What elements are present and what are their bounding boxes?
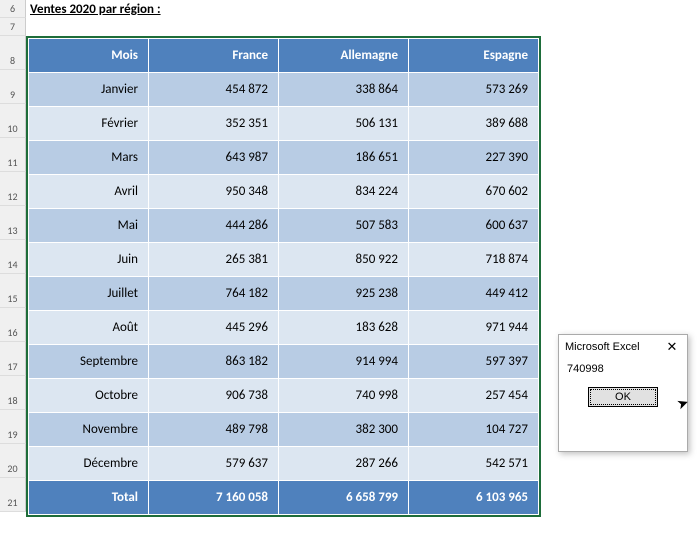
cell-es[interactable]: 389 688 bbox=[409, 107, 539, 141]
close-icon[interactable]: ✕ bbox=[663, 338, 681, 356]
table-row: Mars 643 987 186 651 227 390 bbox=[29, 141, 539, 175]
row-header[interactable]: 6 bbox=[0, 0, 26, 18]
cell-es[interactable]: 718 874 bbox=[409, 243, 539, 277]
cell-fr[interactable]: 444 286 bbox=[149, 209, 279, 243]
page-title: Ventes 2020 par région : bbox=[26, 0, 161, 18]
row-header[interactable]: 13 bbox=[0, 206, 26, 240]
cell-fr[interactable]: 265 381 bbox=[149, 243, 279, 277]
cell-es[interactable]: 257 454 bbox=[409, 379, 539, 413]
cell-fr[interactable]: 454 872 bbox=[149, 73, 279, 107]
col-allemagne[interactable]: Allemagne bbox=[279, 39, 409, 73]
cell-fr[interactable]: 764 182 bbox=[149, 277, 279, 311]
cursor-icon: ➤ bbox=[675, 394, 692, 414]
table-row: Août 445 296 183 628 971 944 bbox=[29, 311, 539, 345]
table-row: Novembre 489 798 382 300 104 727 bbox=[29, 413, 539, 447]
cell-de[interactable]: 287 266 bbox=[279, 447, 409, 481]
table-row: Mai 444 286 507 583 600 637 bbox=[29, 209, 539, 243]
row-header[interactable]: 19 bbox=[0, 410, 26, 444]
cell-mois[interactable]: Avril bbox=[29, 175, 149, 209]
cell-fr[interactable]: 950 348 bbox=[149, 175, 279, 209]
table-row: Avril 950 348 834 224 670 602 bbox=[29, 175, 539, 209]
row-header[interactable]: 20 bbox=[0, 444, 26, 478]
cell-es[interactable]: 597 397 bbox=[409, 345, 539, 379]
cell-es[interactable]: 573 269 bbox=[409, 73, 539, 107]
cell-mois[interactable]: Juillet bbox=[29, 277, 149, 311]
table-row: Février 352 351 506 131 389 688 bbox=[29, 107, 539, 141]
cell-es[interactable]: 227 390 bbox=[409, 141, 539, 175]
cell-de[interactable]: 382 300 bbox=[279, 413, 409, 447]
row-header[interactable]: 21 bbox=[0, 478, 26, 512]
cell-mois[interactable]: Mai bbox=[29, 209, 149, 243]
cell-mois[interactable]: Octobre bbox=[29, 379, 149, 413]
cell-fr[interactable]: 863 182 bbox=[149, 345, 279, 379]
cell-fr[interactable]: 643 987 bbox=[149, 141, 279, 175]
total-label[interactable]: Total bbox=[29, 481, 149, 515]
table-row: Octobre 906 738 740 998 257 454 bbox=[29, 379, 539, 413]
table-row: Janvier 454 872 338 864 573 269 bbox=[29, 73, 539, 107]
row-header[interactable]: 8 bbox=[0, 36, 26, 70]
cell-fr[interactable]: 445 296 bbox=[149, 311, 279, 345]
cell-fr[interactable]: 579 637 bbox=[149, 447, 279, 481]
row-header[interactable]: 14 bbox=[0, 240, 26, 274]
sales-table: Mois France Allemagne Espagne Janvier 45… bbox=[28, 38, 539, 515]
cell-es[interactable]: 670 602 bbox=[409, 175, 539, 209]
cell-mois[interactable]: Décembre bbox=[29, 447, 149, 481]
cell-de[interactable]: 183 628 bbox=[279, 311, 409, 345]
total-de[interactable]: 6 658 799 bbox=[279, 481, 409, 515]
ok-button[interactable]: OK bbox=[588, 387, 658, 407]
cell-mois[interactable]: Septembre bbox=[29, 345, 149, 379]
cell-de[interactable]: 506 131 bbox=[279, 107, 409, 141]
table-container: 8 9 10 11 12 13 14 15 16 17 18 19 20 21 … bbox=[0, 36, 541, 517]
total-fr[interactable]: 7 160 058 bbox=[149, 481, 279, 515]
row-header[interactable]: 16 bbox=[0, 308, 26, 342]
table-row: Septembre 863 182 914 994 597 397 bbox=[29, 345, 539, 379]
cell-es[interactable]: 971 944 bbox=[409, 311, 539, 345]
row-header[interactable]: 7 bbox=[0, 18, 26, 36]
total-es[interactable]: 6 103 965 bbox=[409, 481, 539, 515]
cell-es[interactable]: 542 571 bbox=[409, 447, 539, 481]
table-row: Juin 265 381 850 922 718 874 bbox=[29, 243, 539, 277]
row-header[interactable]: 12 bbox=[0, 172, 26, 206]
cell-mois[interactable]: Août bbox=[29, 311, 149, 345]
selection-range[interactable]: Mois France Allemagne Espagne Janvier 45… bbox=[26, 36, 541, 517]
row-header[interactable]: 10 bbox=[0, 104, 26, 138]
row-header[interactable]: 18 bbox=[0, 376, 26, 410]
cell-de[interactable]: 740 998 bbox=[279, 379, 409, 413]
cell-mois[interactable]: Mars bbox=[29, 141, 149, 175]
dialog-titlebar[interactable]: Microsoft Excel ✕ bbox=[559, 335, 687, 359]
table-total-row: Total 7 160 058 6 658 799 6 103 965 bbox=[29, 481, 539, 515]
cell-es[interactable]: 600 637 bbox=[409, 209, 539, 243]
col-mois[interactable]: Mois bbox=[29, 39, 149, 73]
cell-mois[interactable]: Juin bbox=[29, 243, 149, 277]
cell-mois[interactable]: Janvier bbox=[29, 73, 149, 107]
cell-fr[interactable]: 352 351 bbox=[149, 107, 279, 141]
row-header[interactable]: 17 bbox=[0, 342, 26, 376]
dialog-message: 740998 bbox=[559, 359, 687, 387]
col-france[interactable]: France bbox=[149, 39, 279, 73]
cell-mois[interactable]: Novembre bbox=[29, 413, 149, 447]
cell-de[interactable]: 507 583 bbox=[279, 209, 409, 243]
cell-de[interactable]: 338 864 bbox=[279, 73, 409, 107]
row-header[interactable]: 9 bbox=[0, 70, 26, 104]
cell-de[interactable]: 850 922 bbox=[279, 243, 409, 277]
dialog-title: Microsoft Excel bbox=[565, 341, 640, 353]
table-row: Décembre 579 637 287 266 542 571 bbox=[29, 447, 539, 481]
cell-fr[interactable]: 906 738 bbox=[149, 379, 279, 413]
cell-es[interactable]: 449 412 bbox=[409, 277, 539, 311]
row-header[interactable]: 15 bbox=[0, 274, 26, 308]
cell-de[interactable]: 834 224 bbox=[279, 175, 409, 209]
row-header[interactable]: 11 bbox=[0, 138, 26, 172]
row-headers: 8 9 10 11 12 13 14 15 16 17 18 19 20 21 bbox=[0, 36, 26, 517]
msgbox-dialog: Microsoft Excel ✕ 740998 OK ➤ bbox=[558, 334, 688, 452]
table-header-row: Mois France Allemagne Espagne bbox=[29, 39, 539, 73]
cell-de[interactable]: 914 994 bbox=[279, 345, 409, 379]
spreadsheet: 6 Ventes 2020 par région : 7 8 9 10 11 1… bbox=[0, 0, 541, 517]
cell-es[interactable]: 104 727 bbox=[409, 413, 539, 447]
cell-de[interactable]: 925 238 bbox=[279, 277, 409, 311]
cell-mois[interactable]: Février bbox=[29, 107, 149, 141]
cell-fr[interactable]: 489 798 bbox=[149, 413, 279, 447]
col-espagne[interactable]: Espagne bbox=[409, 39, 539, 73]
cell-de[interactable]: 186 651 bbox=[279, 141, 409, 175]
table-row: Juillet 764 182 925 238 449 412 bbox=[29, 277, 539, 311]
